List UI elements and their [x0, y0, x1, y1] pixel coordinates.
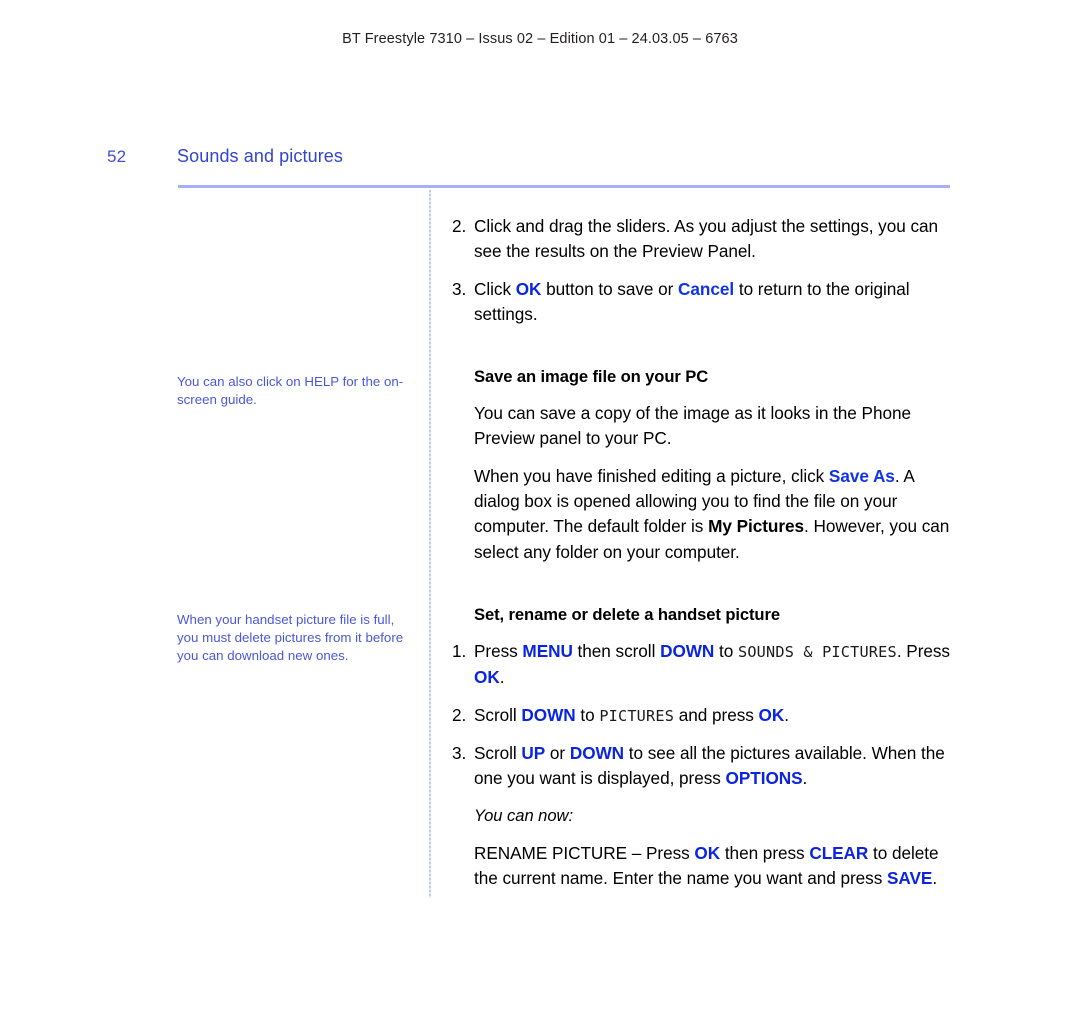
list-text: button to save or: [541, 278, 679, 299]
list-number: 1.: [452, 640, 467, 661]
paragraph-text: .: [932, 868, 938, 889]
list-item-set-step-3: 3. Scroll UP or DOWN to see all the pictu…: [452, 741, 962, 792]
paragraph-text: then press: [720, 842, 810, 863]
running-header: BT Freestyle 7310 – Issus 02 – Edition 0…: [342, 31, 738, 47]
handset-display-sounds-and-pictures: SOUNDS & PICTURES: [737, 642, 897, 661]
sidenote-handset-full: When your handset picture file is full, …: [177, 612, 404, 663]
list-text: Click: [474, 278, 516, 299]
you-can-now-label: You can now:: [474, 806, 574, 826]
page-number: 52: [107, 147, 127, 166]
section-heading-set-rename-delete: Set, rename or delete a handset picture: [474, 604, 780, 624]
keyword-menu: MENU: [522, 640, 573, 661]
list-item-set-step-2: 2. Scroll DOWN to PICTURES and press OK.: [452, 703, 962, 729]
list-item-step-3: 3. Click OK button to save or Cancel to r…: [452, 277, 962, 328]
keyword-down: DOWN: [569, 742, 625, 763]
keyword-save-as: Save As: [828, 465, 895, 486]
list-number: 3.: [452, 278, 467, 299]
list-text: Scroll: [474, 742, 522, 763]
list-text: to: [714, 640, 738, 661]
handset-display-pictures: PICTURES: [599, 706, 675, 725]
folder-name-my-pictures: My Pictures: [708, 516, 805, 537]
section-heading-save-image: Save an image file on your PC: [474, 367, 709, 387]
keyword-ok: OK: [515, 278, 542, 299]
list-text: .: [784, 704, 789, 725]
column-divider-rule: [429, 190, 431, 898]
list-number: 2.: [452, 704, 467, 725]
keyword-options: OPTIONS: [725, 768, 803, 789]
keyword-up: UP: [521, 742, 546, 763]
list-text: then scroll: [572, 640, 661, 661]
list-text: .: [499, 667, 505, 688]
list-text: Press: [474, 640, 523, 661]
paragraph-save-as: When you have finished editing a picture…: [452, 464, 962, 565]
list-text: Click and drag the sliders. As you adjus…: [474, 216, 939, 262]
list-text: .: [802, 768, 808, 789]
list-text: Scroll: [474, 704, 522, 725]
paragraph-save-copy: You can save a copy of the image as it l…: [474, 403, 911, 449]
keyword-down: DOWN: [521, 704, 576, 725]
keyword-ok: OK: [694, 842, 721, 863]
paragraph-rename-picture: RENAME PICTURE – Press OK then press CLE…: [452, 841, 962, 892]
keyword-ok: OK: [474, 667, 500, 688]
keyword-down: DOWN: [660, 640, 715, 661]
list-item-set-step-1: 1. Press MENU then scroll DOWN to SOUNDS …: [452, 639, 962, 691]
list-text: to: [575, 704, 600, 725]
list-text: or: [545, 742, 570, 763]
keyword-cancel: Cancel: [678, 278, 735, 299]
paragraph-text: RENAME PICTURE – Press: [474, 842, 695, 863]
list-text: . Press: [896, 640, 950, 661]
list-number: 3.: [452, 742, 467, 763]
paragraph-text: When you have finished editing a picture…: [474, 465, 829, 486]
list-number: 2.: [452, 216, 467, 236]
keyword-clear: CLEAR: [809, 842, 869, 863]
page-title: Sounds and pictures: [177, 146, 344, 166]
header-divider-rule: [178, 185, 950, 188]
sidenote-help: You can also click on HELP for the on-sc…: [177, 374, 404, 407]
list-text: and press: [674, 704, 759, 725]
list-item-step-2: 2. Click and drag the sliders. As you adj…: [452, 214, 962, 265]
keyword-ok: OK: [758, 704, 785, 725]
keyword-save: SAVE: [887, 868, 933, 889]
main-content-column: 2. Click and drag the sliders. As you adj…: [452, 214, 962, 891]
